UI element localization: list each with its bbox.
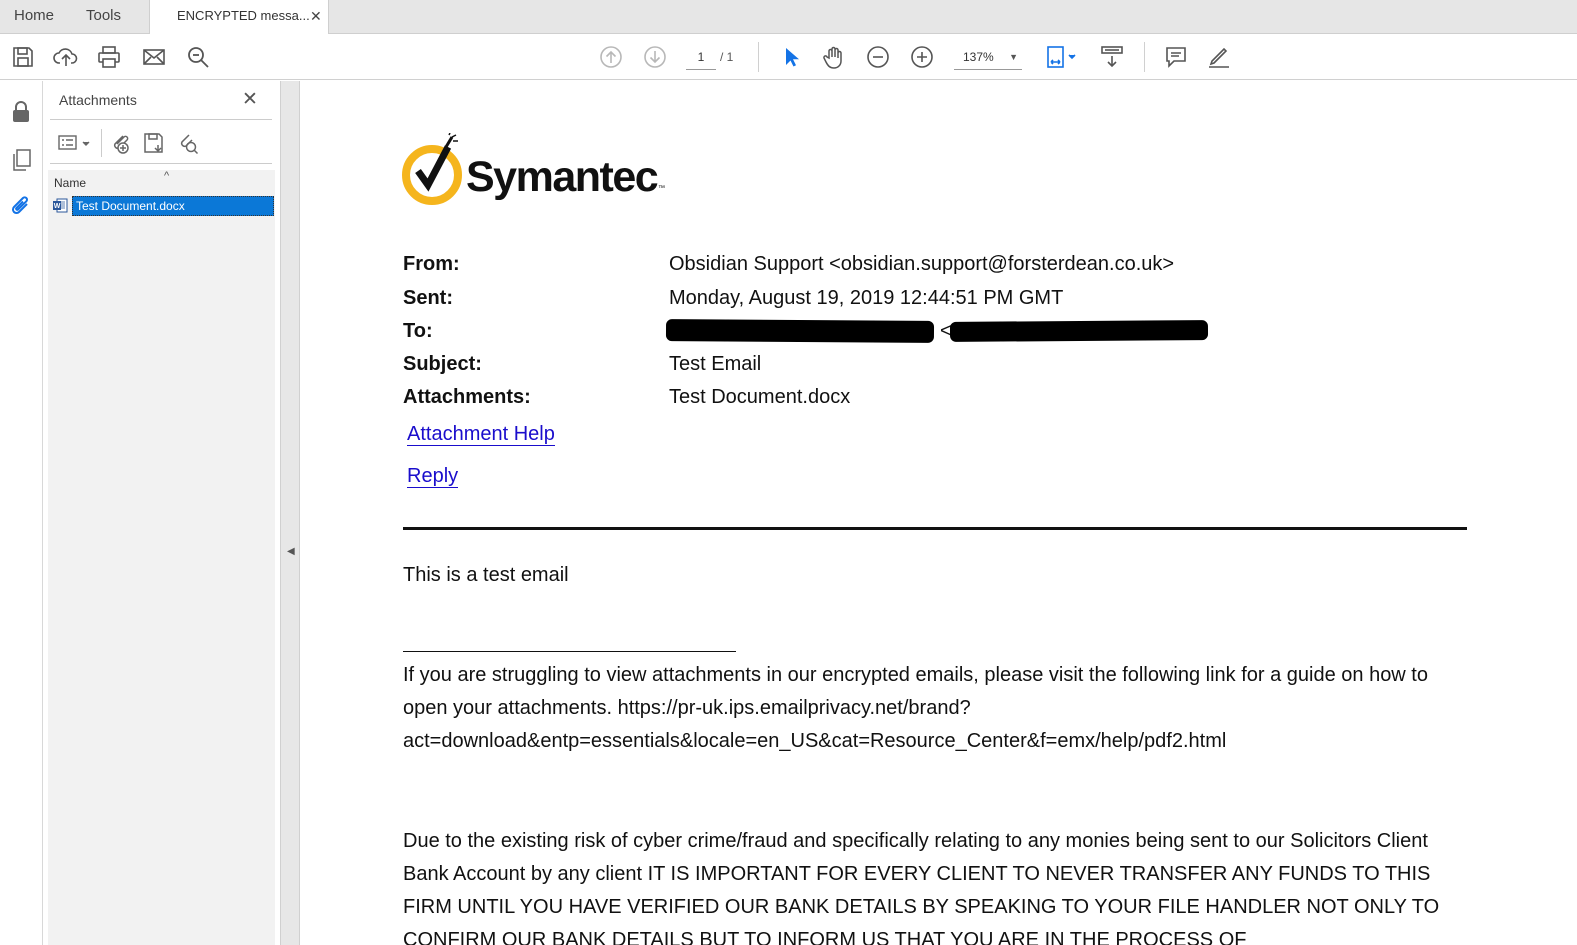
word-document-icon: W [53, 198, 68, 213]
zoom-out-icon[interactable] [865, 44, 891, 70]
panel-divider [50, 119, 272, 120]
subject-label: Subject: [403, 353, 482, 375]
previous-page-icon[interactable] [598, 44, 624, 70]
hand-icon[interactable] [821, 44, 847, 70]
save-attachment-icon[interactable] [142, 131, 166, 155]
search-attachment-icon[interactable] [176, 131, 200, 155]
collapse-panel-icon[interactable]: ◀ [287, 546, 295, 557]
attachments-value: Test Document.docx [669, 386, 851, 408]
attachment-name: Test Document.docx [72, 196, 274, 216]
page-total: / 1 [720, 50, 734, 64]
sign-icon[interactable] [1206, 44, 1232, 70]
comment-icon[interactable] [1163, 44, 1189, 70]
next-page-icon[interactable] [642, 44, 668, 70]
document-tab-label: ENCRYPTED messa... [177, 8, 310, 23]
tab-home[interactable]: Home [14, 0, 54, 33]
email-body: This is a test email [403, 564, 569, 586]
upload-icon[interactable] [53, 44, 79, 70]
document-page: Symantec ™ From: Obsidian Support <obsid… [300, 81, 1566, 945]
from-label: From: [403, 253, 460, 275]
attachments-label: Attachments: [403, 386, 531, 408]
warning-paragraph: Due to the existing risk of cyber crime/… [403, 830, 1440, 945]
sent-value: Monday, August 19, 2019 12:44:51 PM GMT [669, 287, 1064, 309]
zoom-value: 137% [963, 50, 994, 64]
save-icon[interactable] [10, 44, 36, 70]
chevron-down-icon: ▼ [1009, 52, 1018, 62]
logo-wordmark: Symantec [466, 153, 659, 201]
reply-link[interactable]: Reply [407, 465, 459, 488]
list-item[interactable]: W Test Document.docx [53, 196, 274, 216]
lock-icon[interactable] [8, 99, 34, 125]
fit-page-icon[interactable] [1045, 44, 1081, 70]
from-value: Obsidian Support <obsidian.support@forst… [669, 253, 1175, 275]
options-menu-icon[interactable] [57, 131, 93, 155]
redaction-mark [665, 319, 935, 343]
search-icon[interactable] [185, 44, 211, 70]
panel-divider [50, 163, 272, 164]
checkmark-logo-icon [402, 132, 462, 205]
toolbar-divider [1144, 42, 1145, 72]
trademark-symbol: ™ [658, 185, 665, 192]
svg-text:W: W [54, 203, 61, 210]
help-paragraph: If you are struggling to view attachment… [403, 659, 1467, 758]
section-divider [403, 527, 1467, 530]
to-label: To: [403, 320, 433, 342]
column-header-name[interactable]: Name [54, 176, 86, 190]
zoom-in-icon[interactable] [909, 44, 935, 70]
toolbar: 1 / 1 137% ▼ [0, 34, 1577, 80]
attachment-help-link[interactable]: Attachment Help [407, 423, 555, 446]
scroll-mode-icon[interactable] [1099, 44, 1125, 70]
print-icon[interactable] [96, 44, 122, 70]
toolbar-divider [758, 42, 759, 72]
close-panel-icon[interactable]: ✕ [242, 88, 258, 111]
tab-tools[interactable]: Tools [86, 0, 121, 33]
tab-document[interactable]: ENCRYPTED messa... ✕ [149, 0, 329, 34]
add-attachment-icon[interactable] [108, 131, 132, 155]
redaction-mark [949, 320, 1209, 342]
tab-bar: Home Tools ENCRYPTED messa... ✕ [0, 0, 1577, 34]
help-paragraph-text: If you are struggling to view attachment… [403, 664, 1428, 752]
subject-value: Test Email [669, 353, 762, 375]
attachments-panel: Attachments ✕ Name ^ W Test Document.doc… [43, 81, 281, 945]
pages-icon[interactable] [8, 147, 34, 173]
sort-ascending-icon[interactable]: ^ [164, 170, 169, 182]
close-tab-icon[interactable]: ✕ [310, 8, 322, 25]
page-number-input[interactable]: 1 [686, 44, 716, 70]
attachment-icon[interactable] [8, 193, 34, 219]
email-icon[interactable] [141, 44, 167, 70]
panel-title: Attachments [59, 92, 137, 108]
navigation-rail [0, 81, 43, 945]
zoom-dropdown[interactable]: 137% ▼ [954, 44, 1022, 70]
sent-label: Sent: [403, 287, 453, 309]
symantec-logo: Symantec ™ [402, 132, 672, 209]
signature-divider [403, 651, 736, 652]
attachments-list: Name ^ W Test Document.docx [48, 170, 275, 945]
panel-toolbar-divider [101, 129, 102, 157]
select-cursor-icon[interactable] [778, 44, 804, 70]
panel-splitter[interactable]: ◀ [281, 81, 300, 945]
